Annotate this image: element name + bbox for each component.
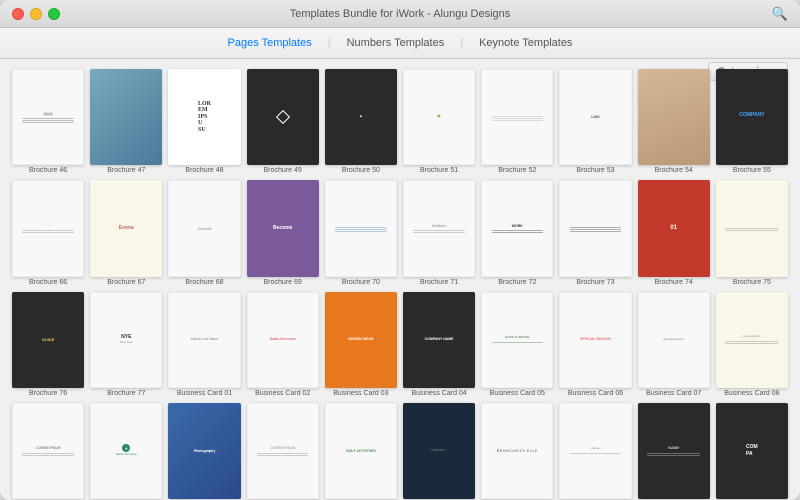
list-item[interactable]: Multivers Brochure 71	[403, 180, 475, 285]
list-item[interactable]: Brochure 54	[638, 69, 710, 174]
traffic-lights[interactable]	[12, 8, 60, 20]
template-grid-row3: GUIDE Brochure 76 NYE New Year Brochure …	[12, 292, 788, 397]
list-item[interactable]: Brochure 73	[559, 180, 631, 285]
list-item[interactable]: — Brochure 66	[12, 180, 84, 285]
list-item[interactable]: ✦ Name Surname Business Card 10	[90, 403, 162, 500]
maximize-button[interactable]	[48, 8, 60, 20]
list-item[interactable]: Mama Lost Name Business Card 01	[168, 292, 240, 397]
list-item[interactable]: Brochure 49	[247, 69, 319, 174]
tab-bar: Pages Templates | Numbers Templates | Ke…	[214, 34, 587, 52]
list-item[interactable]: 01 Brochure 74	[638, 180, 710, 285]
list-item[interactable]: WORK Brochure 72	[481, 180, 553, 285]
list-item[interactable]: Commit Brochure 68	[168, 180, 240, 285]
list-item[interactable]: SPECIAL SEASON Business Card 06	[559, 292, 631, 397]
template-grid-row2: — Brochure 66 Emma Brochure 67 Commit	[12, 180, 788, 285]
search-icon[interactable]: 🔍	[772, 6, 788, 22]
list-item[interactable]: Nadia Someone Business Card 02	[247, 292, 319, 397]
list-item[interactable]: Emma Brochure 67	[90, 180, 162, 285]
list-item[interactable]: Brochure 52	[481, 69, 553, 174]
list-item[interactable]: NAME SURNAME Business Card 05	[481, 292, 553, 397]
list-item[interactable]: Become Brochure 69	[247, 180, 319, 285]
list-item[interactable]: • name • Business Card 16	[559, 403, 631, 500]
list-item[interactable]: Brochure 70	[325, 180, 397, 285]
toolbar: Pages Templates | Numbers Templates | Ke…	[0, 28, 800, 59]
list-item[interactable]: Special Season Business Card 07	[638, 292, 710, 397]
list-item[interactable]: LUKI Brochure 53	[559, 69, 631, 174]
tab-keynote[interactable]: Keynote Templates	[465, 34, 586, 52]
tab-pages[interactable]: Pages Templates	[214, 34, 326, 52]
list-item[interactable]: ◇◇◇ Brochure 46	[12, 69, 84, 174]
list-item[interactable]: Lorem ipsum Business Card 08	[716, 292, 788, 397]
list-item[interactable]: GOLF ACTIVITIES Business Card 13	[325, 403, 397, 500]
list-item[interactable]: COMPANY... Business Card 14	[403, 403, 475, 500]
list-item[interactable]: COMPANY NAME Business Card 04	[403, 292, 475, 397]
window-title: Templates Bundle for iWork - Alungu Desi…	[290, 8, 511, 20]
list-item[interactable]: ·NAME· Business Card 17	[638, 403, 710, 500]
template-grid-row4: LOREM IPSUM Business Card 09 ✦ Name Surn…	[12, 403, 788, 500]
list-item[interactable]: Photography Business Card 11	[168, 403, 240, 500]
list-item[interactable]: LOREM IPSUM Business Card 09	[12, 403, 84, 500]
list-item[interactable]: LOREMIPSUSU Brochure 48	[168, 69, 240, 174]
list-item[interactable]: 🌿 Brochure 51	[403, 69, 475, 174]
tab-numbers[interactable]: Numbers Templates	[333, 34, 459, 52]
list-item[interactable]: DESIGN IDEAS Business Card 03	[325, 292, 397, 397]
minimize-button[interactable]	[30, 8, 42, 20]
list-item[interactable]: COMPANY ....... Brochure 55	[716, 69, 788, 174]
main-window: Templates Bundle for iWork - Alungu Desi…	[0, 0, 800, 500]
list-item[interactable]: Brochure 75	[716, 180, 788, 285]
list-item[interactable]: ◆ Brochure 50	[325, 69, 397, 174]
list-item[interactable]: BROHCURITO ELLE Business Card 15	[481, 403, 553, 500]
list-item[interactable]: COMPA Business Card 18	[716, 403, 788, 500]
titlebar: Templates Bundle for iWork - Alungu Desi…	[0, 0, 800, 28]
template-grid-row1: ◇◇◇ Brochure 46 Brochure 47 LOREMIPSUSU	[12, 69, 788, 174]
list-item[interactable]: NYE New Year Brochure 77	[90, 292, 162, 397]
list-item[interactable]: GUIDE Brochure 76	[12, 292, 84, 397]
close-button[interactable]	[12, 8, 24, 20]
list-item[interactable]: Brochure 47	[90, 69, 162, 174]
list-item[interactable]: LOREM IPSUM Business Card 12	[247, 403, 319, 500]
content-area: ◇◇◇ Brochure 46 Brochure 47 LOREMIPSUSU	[0, 59, 800, 500]
